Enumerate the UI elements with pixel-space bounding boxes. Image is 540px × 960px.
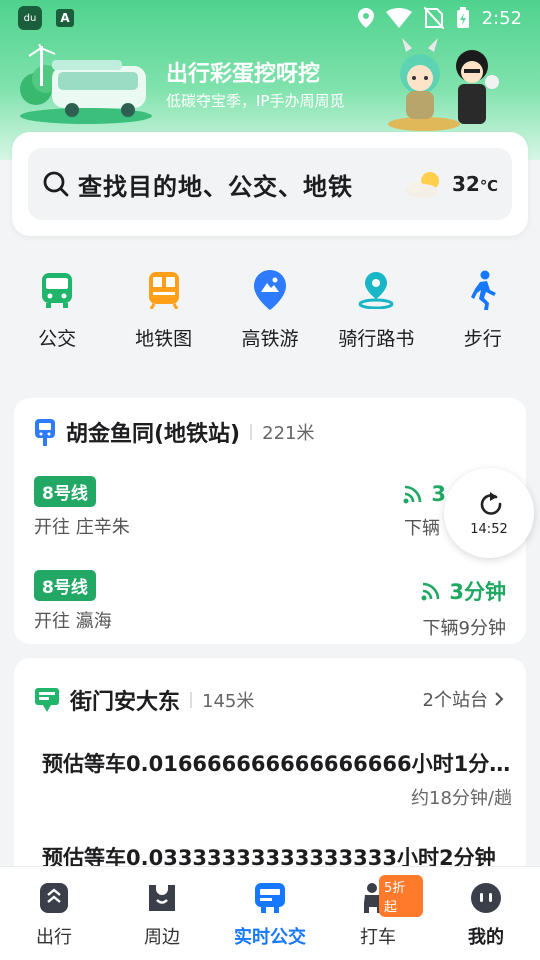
tab-nearby-label: 周边 xyxy=(144,927,180,948)
banner-title: 出行彩蛋挖呀挖 xyxy=(166,62,321,87)
temperature-value: 32℃ xyxy=(451,172,498,196)
next-bus-text: 下辆9分钟 xyxy=(422,618,506,639)
tab-travel-label: 出行 xyxy=(36,927,72,948)
divider xyxy=(190,692,193,708)
tab-travel[interactable]: 出行 xyxy=(9,881,99,949)
quick-rail-travel[interactable]: 高铁游 xyxy=(218,262,322,370)
discount-badge: 5折起 xyxy=(379,875,423,917)
tab-profile[interactable]: 我的 xyxy=(441,881,531,949)
cycling-route-icon xyxy=(358,272,394,309)
quick-subway-map[interactable]: 地铁图 xyxy=(112,262,216,370)
tab-realtime-bus[interactable]: 实时公交 xyxy=(225,881,315,949)
quick-subway-label: 地铁图 xyxy=(135,328,193,350)
stop-name: 胡金鱼同(地铁站) xyxy=(66,422,241,447)
travel-icon xyxy=(40,883,68,913)
refresh-time: 14:52 xyxy=(470,521,508,537)
tab-nearby[interactable]: 周边 xyxy=(117,881,207,949)
search-icon xyxy=(43,171,69,197)
chevron-right-icon xyxy=(495,692,504,706)
eta-minutes: 3分钟 xyxy=(449,580,506,604)
no-sim-icon xyxy=(423,7,444,29)
stop-name: 街门安大东 xyxy=(70,690,181,715)
route-eta: 3分钟 下辆9分钟 xyxy=(421,576,506,640)
bus-icon xyxy=(42,273,73,308)
route-destination: 开往 庄辛朱 xyxy=(34,517,130,538)
refresh-icon xyxy=(480,491,502,515)
location-icon xyxy=(357,8,374,28)
location-mountain-icon xyxy=(253,270,286,310)
tab-taxi[interactable]: 5折起 打车 xyxy=(333,875,423,949)
bottom-tab-bar: 出行 周边 实时公交 5折起 打车 我的 xyxy=(0,866,540,960)
electric-bus-illustration xyxy=(20,44,152,124)
quick-actions: 公交 地铁图 高铁游 骑行路书 步行 xyxy=(0,262,540,370)
tab-taxi-label: 打车 xyxy=(360,927,396,948)
realtime-signal-icon xyxy=(403,485,422,504)
quick-cycling-label: 骑行路书 xyxy=(338,328,415,350)
stations-count: 2个站台 xyxy=(422,690,488,711)
status-bar: du A 2:52 xyxy=(0,0,540,36)
search-input[interactable]: 查找目的地、公交、地铁 32℃ xyxy=(28,148,512,220)
subway-icon xyxy=(148,272,179,309)
route-row[interactable]: 8号线 开往 瀛海 xyxy=(34,570,112,633)
wait-estimate: 预估等车0.016666666666666666小时1分... xyxy=(42,752,512,776)
partly-sunny-icon xyxy=(405,172,439,198)
weather-widget[interactable]: 32℃ xyxy=(404,169,498,199)
quick-walk-label: 步行 xyxy=(463,328,502,350)
search-placeholder: 查找目的地、公交、地铁 xyxy=(78,172,353,201)
nearby-stop-card-2[interactable]: 街门安大东 145米 2个站台 预估等车0.016666666666666666… xyxy=(14,658,526,878)
next-bus-text: 下辆 xyxy=(404,518,440,539)
ip-figures-illustration xyxy=(388,38,499,131)
quick-walk[interactable]: 步行 xyxy=(431,262,535,370)
battery-charging-icon xyxy=(456,7,469,28)
quick-rail-label: 高铁游 xyxy=(241,328,299,350)
search-card: 查找目的地、公交、地铁 32℃ xyxy=(12,132,528,236)
a-notification-icon: A xyxy=(56,9,74,27)
bus-stop-icon xyxy=(35,419,55,446)
wifi-icon xyxy=(385,8,412,28)
realtime-signal-icon xyxy=(421,582,440,601)
refresh-button[interactable]: 14:52 xyxy=(444,468,534,558)
banner-subtitle: 低碳夺宝季，IP手办周周觅 xyxy=(166,92,345,110)
frequency-text: 约18分钟/趟 xyxy=(411,788,512,809)
route-destination: 开往 瀛海 xyxy=(34,611,112,632)
app-notification-icon: du xyxy=(18,6,42,30)
divider xyxy=(250,424,253,440)
quick-bus-label: 公交 xyxy=(38,328,77,350)
walk-icon xyxy=(470,270,496,310)
realtime-bus-icon xyxy=(255,883,285,913)
quick-cycling-route[interactable]: 骑行路书 xyxy=(324,262,428,370)
clock: 2:52 xyxy=(481,7,522,29)
stop-distance: 145米 xyxy=(202,691,255,712)
tab-profile-label: 我的 xyxy=(468,927,504,948)
nearby-bag-icon xyxy=(149,885,175,911)
profile-icon xyxy=(471,883,501,913)
line-badge: 8号线 xyxy=(34,570,96,601)
stop-distance: 221米 xyxy=(262,423,315,444)
line-badge: 8号线 xyxy=(34,476,96,507)
eta-minutes: 3 xyxy=(431,482,446,506)
stations-link[interactable]: 2个站台 xyxy=(423,686,504,712)
tab-realtime-bus-label: 实时公交 xyxy=(234,927,306,948)
route-row[interactable]: 8号线 开往 庄辛朱 xyxy=(34,476,130,539)
bus-stop-sign-icon xyxy=(35,688,59,712)
quick-bus[interactable]: 公交 xyxy=(5,262,109,370)
